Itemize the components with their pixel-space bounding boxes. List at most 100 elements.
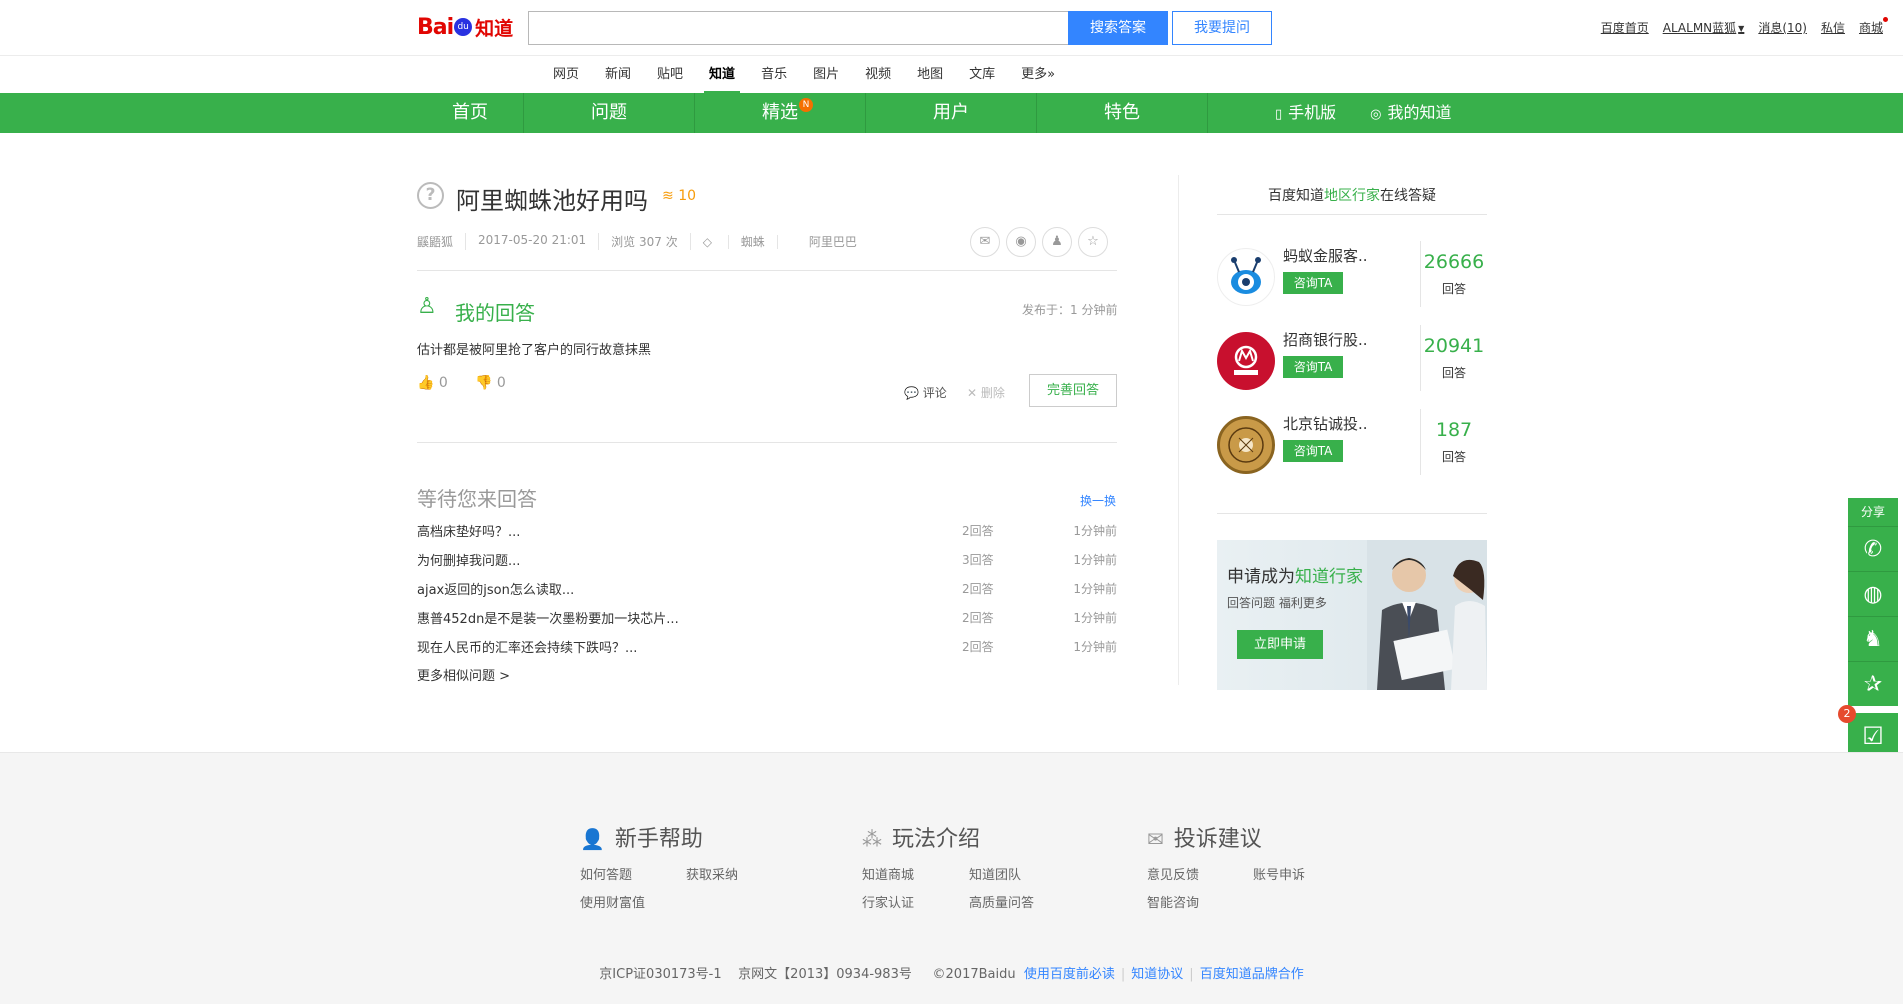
tag-item[interactable]: 阿里巴巴	[797, 235, 869, 249]
question-author[interactable]: 鼷鼯狐	[417, 233, 467, 250]
avatar[interactable]	[1217, 416, 1275, 474]
product-nav-item[interactable]: 图片	[800, 57, 852, 93]
product-nav-item[interactable]: 音乐	[748, 57, 800, 93]
consult-button[interactable]: 咨询TA	[1283, 440, 1343, 462]
weibo-share-icon[interactable]: ◉	[1006, 227, 1036, 257]
favorite-star-icon[interactable]: ☆	[1078, 227, 1108, 257]
product-nav-item[interactable]: 地图	[904, 57, 956, 93]
my-zhidao-link[interactable]: ◎ 我的知道	[1370, 93, 1451, 133]
star-icon[interactable]: ✰	[1848, 661, 1898, 706]
list-item[interactable]: ajax返回的json怎么读取... 2回答 1分钟前	[417, 579, 1117, 608]
wechat-share-icon[interactable]: ✉	[970, 227, 1000, 257]
footer-brand-link[interactable]: 百度知道品牌合作	[1200, 967, 1304, 982]
list-item[interactable]: 高档床垫好吗？... 2回答 1分钟前	[417, 521, 1117, 550]
waiting-question-link[interactable]: 为何删掉我问题...	[417, 550, 520, 569]
product-nav-item[interactable]: 网页	[540, 57, 592, 93]
comment-button[interactable]: 💬 评论	[904, 384, 947, 401]
new-badge: N	[799, 98, 813, 112]
footer-link[interactable]: 如何答题	[580, 864, 632, 883]
footer-link[interactable]: 智能咨询	[1147, 892, 1199, 911]
page: Bai du 知道 搜索答案 我要提问 百度首页 ALALMN蓝狐 ▼ 消息(10…	[0, 0, 1903, 1004]
answer-count-label: 回答	[1441, 450, 1466, 464]
delete-button[interactable]: ✕ 删除	[967, 384, 1005, 401]
list-item[interactable]: 现在人民币的汇率还会持续下跌吗？... 2回答 1分钟前	[417, 637, 1117, 666]
footer-link[interactable]: 高质量问答	[969, 892, 1034, 911]
link-mall[interactable]: 商城	[1859, 17, 1889, 36]
baidu-zhidao-logo[interactable]: Bai du 知道	[417, 12, 517, 42]
promo-subtitle: 回答问题 福利更多	[1227, 596, 1327, 610]
product-nav-item[interactable]: 文库	[956, 57, 1008, 93]
main-nav-special[interactable]: 特色	[1037, 93, 1208, 133]
person-icon: 👤	[580, 827, 605, 851]
user-outline-icon: ♙	[417, 294, 437, 319]
list-item[interactable]: 为何删掉我问题... 3回答 1分钟前	[417, 550, 1117, 579]
link-username[interactable]: ALALMN蓝狐 ▼	[1663, 19, 1745, 36]
footer-link[interactable]: 使用财富值	[580, 892, 645, 911]
footer-link[interactable]: 行家认证	[862, 892, 914, 911]
search-input[interactable]	[529, 12, 1068, 44]
main-nav-users[interactable]: 用户	[866, 93, 1037, 133]
waiting-question-link[interactable]: 现在人民币的汇率还会持续下跌吗？...	[417, 637, 637, 656]
envelope-icon: ✉	[1147, 827, 1164, 851]
question-time: 1分钟前	[1073, 640, 1117, 654]
product-nav-more[interactable]: 更多»	[1008, 57, 1068, 93]
avatar[interactable]	[1217, 332, 1275, 390]
main-nav-home[interactable]: 首页	[417, 93, 524, 133]
mobile-label: 手机版	[1288, 103, 1337, 122]
expert-name[interactable]: 北京钻诚投..	[1283, 413, 1368, 434]
search-answers-button[interactable]: 搜索答案	[1068, 11, 1168, 45]
question-time: 1分钟前	[1073, 524, 1117, 538]
qq-share-icon[interactable]: ♟	[1042, 227, 1072, 257]
footer-link[interactable]: 账号申诉	[1253, 864, 1305, 883]
ask-question-button[interactable]: 我要提问	[1172, 11, 1272, 45]
mobile-version-link[interactable]: ▯ 手机版	[1275, 93, 1336, 133]
footer-col-play: ⁂ 玩法介绍 知道商城 知道团队 行家认证 高质量问答	[862, 821, 1034, 911]
link-private-message[interactable]: 私信	[1821, 19, 1845, 36]
bank-logo-icon	[1234, 345, 1258, 375]
consult-button[interactable]: 咨询TA	[1283, 272, 1343, 294]
qq-icon[interactable]: ♞	[1848, 616, 1898, 661]
footer-terms-link[interactable]: 使用百度前必读	[1024, 967, 1115, 982]
improve-answer-button[interactable]: 完善回答	[1029, 374, 1117, 407]
waiting-question-link[interactable]: 惠普452dn是不是装一次墨粉要加一块芯片...	[417, 608, 679, 627]
footer-link[interactable]: 知道团队	[969, 864, 1021, 883]
main-nav-questions[interactable]: 问题	[524, 93, 695, 133]
footer-link[interactable]: 知道商城	[862, 864, 914, 883]
tag-item[interactable]: 蜘蛛	[728, 235, 778, 249]
dislike-button[interactable]: 👎 0	[475, 375, 506, 391]
experts-title-highlight[interactable]: 地区行家	[1324, 188, 1380, 204]
product-nav-item[interactable]: 新闻	[592, 57, 644, 93]
footer-col-title: ✉ 投诉建议	[1147, 821, 1262, 853]
avatar[interactable]	[1217, 248, 1275, 306]
apply-now-button[interactable]: 立即申请	[1237, 630, 1323, 659]
footer-link[interactable]: 获取采纳	[686, 864, 738, 883]
logo-paw: du	[454, 18, 473, 36]
list-item[interactable]: 惠普452dn是不是装一次墨粉要加一块芯片... 2回答 1分钟前	[417, 608, 1117, 637]
product-nav-item-active[interactable]: 知道	[696, 57, 748, 93]
product-nav-item[interactable]: 贴吧	[644, 57, 696, 93]
link-messages[interactable]: 消息(10)	[1758, 19, 1807, 36]
divider	[1217, 214, 1487, 215]
delete-label: 删除	[980, 386, 1005, 400]
footer-col-title-text: 投诉建议	[1173, 827, 1262, 852]
main-nav-label: 用户	[933, 102, 969, 123]
weibo-icon[interactable]: ◍	[1848, 571, 1898, 616]
wechat-icon[interactable]: ✆	[1848, 526, 1898, 571]
footer-agreement-link[interactable]: 知道协议	[1131, 967, 1183, 982]
separator: |	[1189, 967, 1194, 982]
expert-name[interactable]: 招商银行股..	[1283, 329, 1368, 350]
more-similar-link[interactable]: 更多相似问题 >	[417, 665, 510, 684]
expert-apply-banner[interactable]: 申请成为知道行家 回答问题 福利更多 立即申请	[1217, 540, 1487, 690]
expert-name[interactable]: 蚂蚁金服客..	[1283, 245, 1368, 266]
like-button[interactable]: 👍 0	[417, 375, 448, 391]
waiting-question-link[interactable]: 高档床垫好吗？...	[417, 521, 520, 540]
consult-button[interactable]: 咨询TA	[1283, 356, 1343, 378]
reward-value: 10	[678, 188, 697, 204]
swap-link[interactable]: 换一换	[1080, 492, 1116, 509]
link-baidu-home[interactable]: 百度首页	[1601, 19, 1649, 36]
waiting-question-link[interactable]: ajax返回的json怎么读取...	[417, 579, 574, 598]
product-nav-item[interactable]: 视频	[852, 57, 904, 93]
answer-count: 20941	[1423, 335, 1485, 357]
main-nav-featured[interactable]: 精选 N	[695, 93, 866, 133]
footer-link[interactable]: 意见反馈	[1147, 864, 1199, 883]
